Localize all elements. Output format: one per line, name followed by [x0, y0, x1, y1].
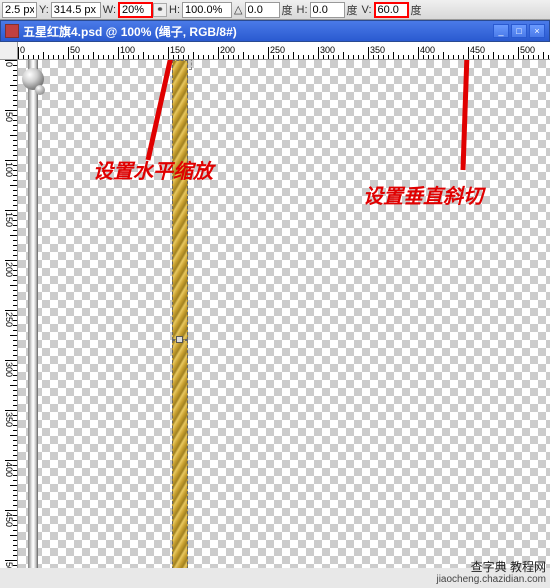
x-input[interactable] [2, 2, 37, 18]
w-label: W: [103, 4, 116, 16]
hskew-label: H: [297, 4, 308, 16]
rope-segment-2[interactable] [172, 340, 188, 568]
annotation-left: 设置水平缩放 [93, 155, 213, 184]
width-scale-input[interactable] [118, 2, 153, 18]
canvas[interactable]: 设置水平缩放 设置垂直斜切 [18, 60, 550, 568]
ruler-vertical[interactable]: 050100150200250300350400450500550 [0, 60, 18, 568]
link-icon[interactable]: ⚭ [153, 3, 167, 17]
ruler-corner[interactable] [0, 42, 18, 60]
maximize-button[interactable]: □ [511, 24, 527, 38]
height-scale-input[interactable] [182, 2, 232, 18]
ruler-horizontal[interactable]: 050100150200250300350400450500550 [18, 42, 550, 60]
document-title: 五星红旗4.psd @ 100% (绳子, RGB/8#) [23, 23, 493, 40]
watermark-main: 查字典 教程网 [436, 560, 546, 574]
document-titlebar[interactable]: 五星红旗4.psd @ 100% (绳子, RGB/8#) _ □ × [0, 20, 550, 42]
deg-label-2: 度 [347, 2, 358, 18]
window-buttons: _ □ × [493, 24, 545, 38]
y-input[interactable] [51, 2, 101, 18]
y-label: Y: [39, 4, 49, 16]
h-label: H: [169, 4, 180, 16]
minimize-button[interactable]: _ [493, 24, 509, 38]
rotate-input[interactable] [245, 2, 280, 18]
deg-label-1: 度 [282, 2, 293, 18]
annotation-right: 设置垂直斜切 [363, 180, 483, 209]
rope-segment-1[interactable] [172, 60, 188, 340]
close-button[interactable]: × [529, 24, 545, 38]
annotation-arrows [18, 60, 550, 568]
angle-label: △ [234, 3, 242, 16]
vskew-input[interactable] [374, 2, 409, 18]
watermark-sub: jiaocheng.chazidian.com [436, 574, 546, 586]
deg-label-3: 度 [411, 2, 422, 18]
watermark: 查字典 教程网 jiaocheng.chazidian.com [436, 560, 546, 586]
transform-anchor[interactable] [176, 336, 183, 343]
vskew-label: V: [362, 4, 372, 16]
flagpole [28, 60, 38, 568]
flagpole-ball-small [35, 85, 45, 95]
hskew-input[interactable] [310, 2, 345, 18]
transform-options-bar: Y: W: ⚭ H: △ 度 H: 度 V: 度 [0, 0, 550, 20]
ps-doc-icon [5, 24, 19, 38]
